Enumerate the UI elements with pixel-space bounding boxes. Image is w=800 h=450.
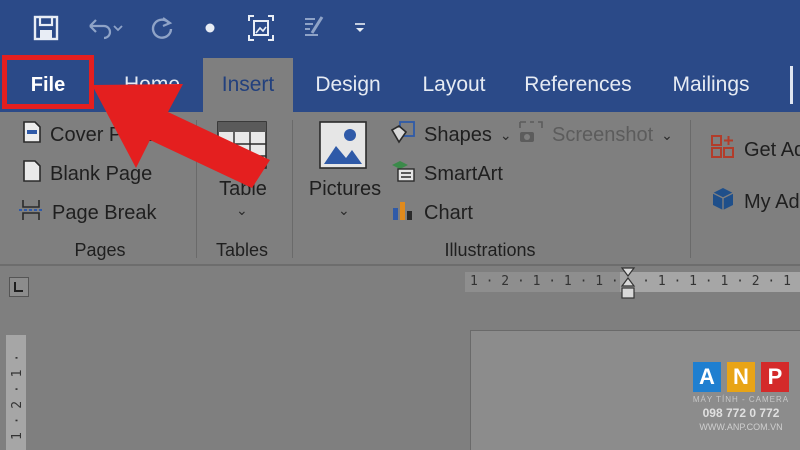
page-break-button[interactable]: Page Break [18, 198, 157, 228]
group-label-pages: Pages [74, 240, 126, 260]
smartart-label: SmartArt [424, 162, 503, 185]
logo-letter-p: P [761, 362, 789, 392]
chevron-down-icon: ⌄ [236, 202, 248, 218]
chart-button[interactable]: Chart [390, 198, 473, 228]
group-separator [690, 120, 691, 258]
tab-home[interactable]: Home [108, 58, 196, 112]
ribbon-divider [0, 264, 800, 266]
page-break-label: Page Break [52, 201, 157, 224]
tab-scroll-indicator [790, 66, 793, 104]
screenshot-label: Screenshot [552, 123, 654, 146]
chevron-down-icon: ⌄ [163, 126, 176, 143]
chart-label: Chart [424, 201, 473, 224]
get-addins-label: Get Ad [744, 138, 800, 161]
touch-mode-icon[interactable] [198, 10, 222, 46]
chevron-down-icon: ⌄ [499, 126, 512, 143]
store-icon [710, 134, 736, 166]
logo-letter-a: A [693, 362, 721, 392]
tab-mailings[interactable]: Mailings [660, 58, 762, 112]
get-addins-button[interactable]: Get Ad [710, 134, 800, 166]
pictures-button[interactable]: Pictures [305, 178, 385, 201]
format-painter-icon[interactable] [298, 10, 330, 46]
cover-page-label: Cover Page [50, 123, 156, 146]
chevron-down-icon: ⌄ [338, 202, 350, 218]
logo-tagline: MÁY TÍNH - CAMERA [692, 395, 790, 404]
my-addins-label: My Ad [744, 190, 800, 213]
table-button[interactable]: Table [208, 178, 278, 201]
page-break-icon [18, 198, 44, 228]
table-icon[interactable] [216, 120, 268, 170]
my-addins-button[interactable]: My Ad [710, 186, 800, 218]
group-separator [292, 120, 293, 258]
group-label-tables: Tables [215, 240, 269, 260]
indent-marker-icon[interactable] [620, 266, 636, 306]
pictures-icon[interactable] [318, 120, 368, 170]
smartart-icon [390, 159, 416, 189]
screenshot-icon [518, 120, 544, 150]
shapes-icon [390, 120, 416, 150]
logo-letter-n: N [727, 362, 755, 392]
logo-phone: 098 772 0 772 [702, 406, 780, 420]
file-tab-highlight [2, 55, 94, 109]
anp-logo: A N P MÁY TÍNH - CAMERA 098 772 0 772 WW… [688, 362, 794, 442]
redo-icon[interactable] [145, 10, 179, 46]
tab-references[interactable]: References [520, 58, 636, 112]
tab-design[interactable]: Design [305, 58, 391, 112]
chevron-down-icon: ⌄ [661, 126, 673, 143]
shapes-label: Shapes [424, 123, 492, 146]
ribbon-tabs: File Home Insert Design Layout Reference… [0, 58, 800, 112]
group-separator [196, 120, 197, 258]
blank-page-button[interactable]: Blank Page [22, 159, 152, 189]
undo-icon[interactable] [80, 10, 128, 46]
tab-selector[interactable] [9, 277, 29, 297]
cover-page-button[interactable]: Cover Page ⌄ [22, 120, 175, 150]
logo-url: WWW.ANP.COM.VN [699, 422, 783, 432]
vertical-ruler-marks: 1 · 2 · 1 · [10, 353, 25, 440]
chart-icon [390, 198, 416, 228]
screenshot-button[interactable]: Screenshot ⌄ [518, 120, 673, 150]
quick-access-toolbar [0, 0, 800, 58]
addins-cube-icon [710, 186, 736, 218]
screen-clipping-icon[interactable] [243, 10, 279, 46]
tab-layout[interactable]: Layout [410, 58, 498, 112]
blank-page-icon [22, 159, 42, 189]
save-icon[interactable] [28, 10, 64, 46]
group-label-illustrations: Illustrations [444, 240, 536, 260]
shapes-button[interactable]: Shapes ⌄ [390, 120, 512, 150]
blank-page-label: Blank Page [50, 162, 153, 185]
customize-toolbar-icon[interactable] [350, 10, 370, 46]
smartart-button[interactable]: SmartArt [390, 159, 503, 189]
tab-insert[interactable]: Insert [203, 58, 293, 112]
cover-page-icon [22, 120, 42, 150]
